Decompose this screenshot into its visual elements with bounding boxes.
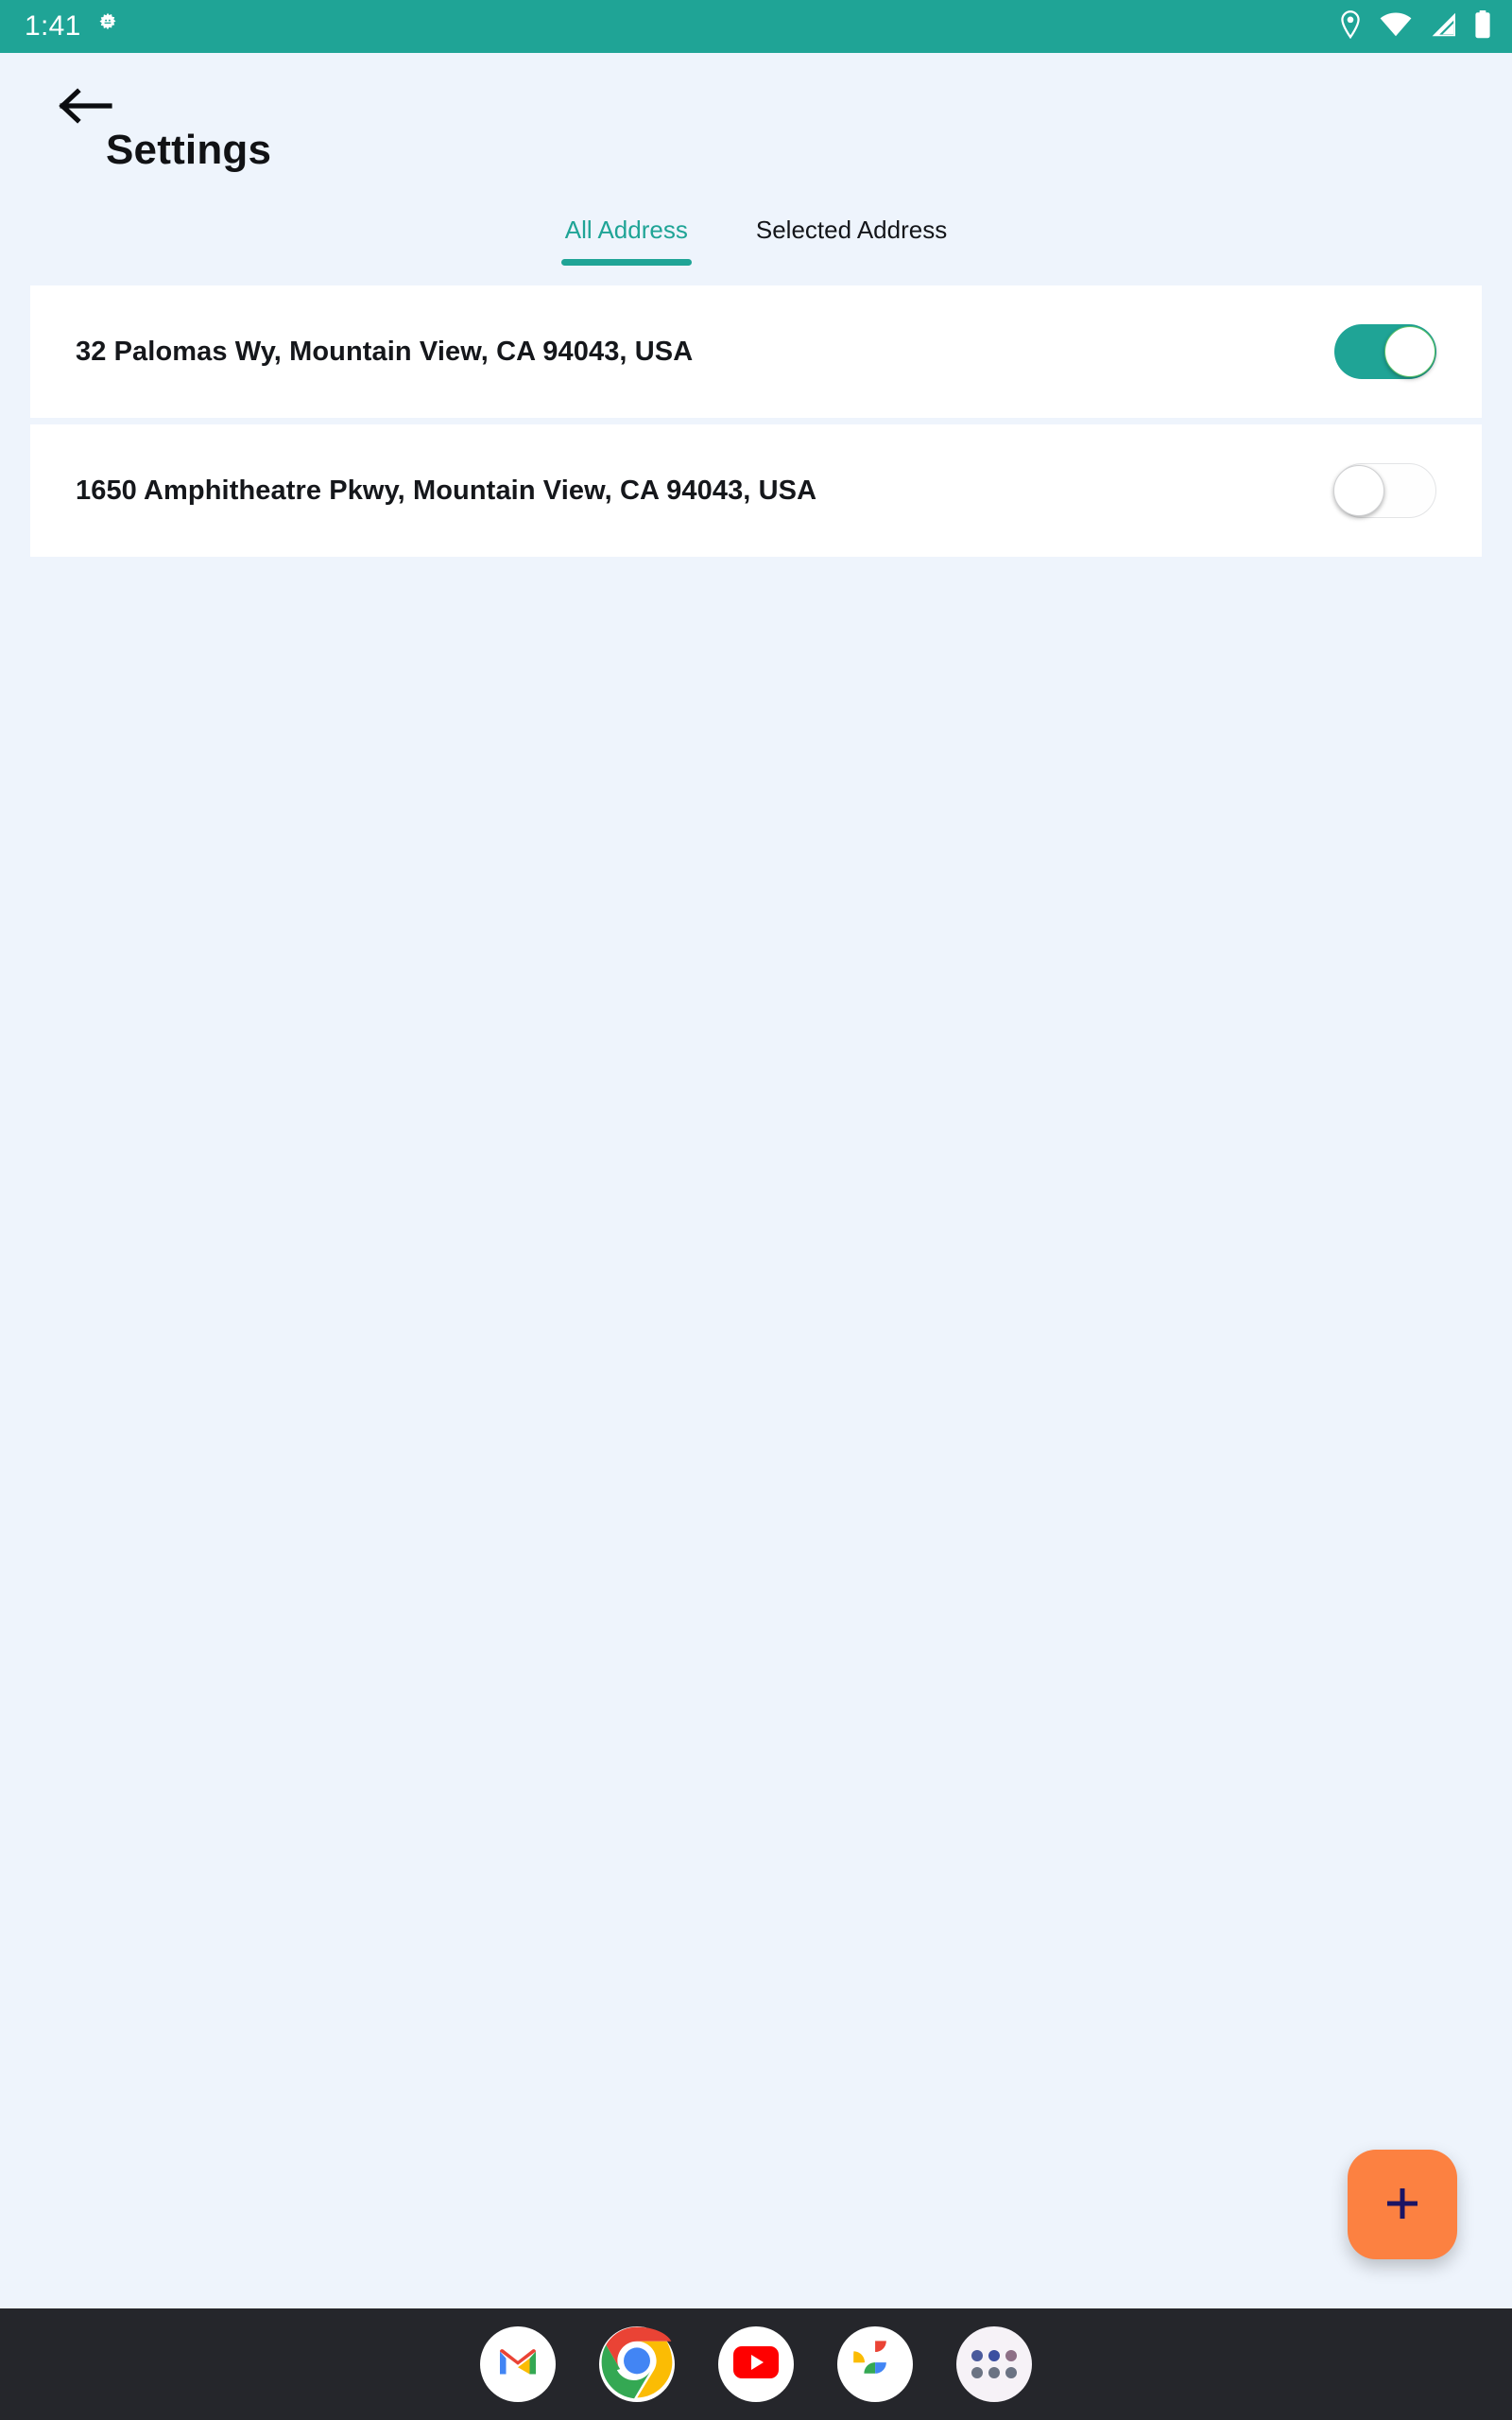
tab-selected-address[interactable]: Selected Address xyxy=(745,212,958,266)
wifi-icon xyxy=(1380,12,1412,42)
address-label: 32 Palomas Wy, Mountain View, CA 94043, … xyxy=(76,336,694,367)
dock-app-gmail[interactable] xyxy=(480,2326,556,2402)
tab-all-address-label: All Address xyxy=(564,216,688,244)
address-row[interactable]: 32 Palomas Wy, Mountain View, CA 94043, … xyxy=(30,285,1482,418)
page-title: Settings xyxy=(106,127,272,173)
phone-screen: 1:41 Settings All Address Selected Addre… xyxy=(0,0,1512,2420)
dock-app-youtube[interactable] xyxy=(718,2326,794,2402)
drawer-dot xyxy=(1005,2367,1017,2378)
google-photos-icon xyxy=(850,2338,900,2392)
android-gear-icon xyxy=(94,11,121,43)
location-pin-icon xyxy=(1338,9,1363,43)
address-label: 1650 Amphitheatre Pkwy, Mountain View, C… xyxy=(76,475,817,506)
status-bar-left: 1:41 xyxy=(25,11,121,43)
tab-bar: All Address Selected Address xyxy=(0,212,1512,280)
tab-active-indicator xyxy=(560,259,692,266)
chrome-icon xyxy=(600,2325,674,2404)
add-address-fab[interactable] xyxy=(1348,2150,1457,2259)
drawer-dot xyxy=(971,2350,983,2361)
drawer-dot xyxy=(971,2367,983,2378)
address-toggle-switch[interactable] xyxy=(1333,463,1436,518)
address-list: 32 Palomas Wy, Mountain View, CA 94043, … xyxy=(30,285,1482,563)
drawer-dot xyxy=(1005,2350,1017,2361)
tab-all-address[interactable]: All Address xyxy=(554,212,699,266)
toggle-thumb xyxy=(1384,326,1435,377)
app-bar: Settings xyxy=(0,53,1512,204)
youtube-icon xyxy=(732,2344,780,2385)
status-bar-right xyxy=(1338,9,1491,43)
address-row[interactable]: 1650 Amphitheatre Pkwy, Mountain View, C… xyxy=(30,424,1482,557)
gmail-icon xyxy=(495,2340,541,2390)
back-arrow-icon xyxy=(59,85,115,131)
dock-app-chrome[interactable] xyxy=(599,2326,675,2402)
drawer-dot xyxy=(988,2350,1000,2361)
dock xyxy=(0,2308,1512,2420)
address-toggle-switch[interactable] xyxy=(1334,324,1436,379)
toggle-thumb xyxy=(1333,465,1384,516)
cellular-signal-icon xyxy=(1429,12,1457,42)
plus-icon xyxy=(1382,2183,1423,2227)
battery-icon xyxy=(1474,9,1491,43)
status-bar: 1:41 xyxy=(0,0,1512,53)
dock-app-app-drawer[interactable] xyxy=(956,2326,1032,2402)
drawer-dot xyxy=(988,2367,1000,2378)
tab-selected-address-label: Selected Address xyxy=(755,216,948,244)
app-drawer-icon xyxy=(971,2350,1017,2378)
dock-app-google-photos[interactable] xyxy=(837,2326,913,2402)
status-bar-clock: 1:41 xyxy=(25,10,81,42)
